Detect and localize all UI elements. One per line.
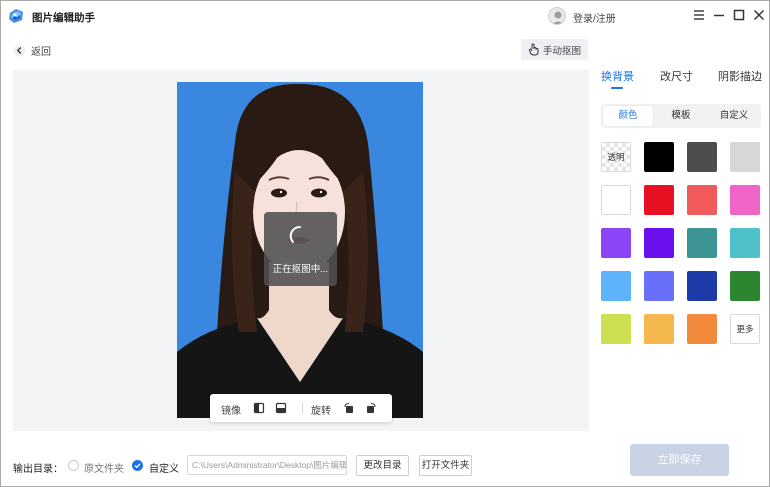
segment-custom[interactable]: 自定义 xyxy=(709,106,759,126)
tab-shadow-stroke[interactable]: 阴影描边 xyxy=(718,68,762,84)
app-window: 图片编辑助手 登录/注册 返回 手动抠图 正在抠图中... 镜像 旋转 换背景 … xyxy=(0,0,770,487)
color-swatch[interactable] xyxy=(687,314,717,344)
mirror-vertical-icon[interactable] xyxy=(275,402,287,414)
color-swatch[interactable] xyxy=(687,142,717,172)
color-swatch[interactable] xyxy=(601,314,631,344)
color-swatch[interactable] xyxy=(730,142,760,172)
maximize-icon[interactable] xyxy=(731,7,747,23)
swatch-transparent[interactable]: 透明 xyxy=(601,142,631,172)
color-swatch[interactable] xyxy=(730,228,760,258)
output-path-field[interactable]: C:\Users\Administrator\Desktop\图片编辑 xyxy=(187,455,347,475)
segment-template[interactable]: 模板 xyxy=(656,106,706,126)
color-swatch[interactable] xyxy=(601,228,631,258)
color-swatch[interactable] xyxy=(644,314,674,344)
image-tools-bar: 镜像 旋转 xyxy=(210,394,392,422)
rotate-label: 旋转 xyxy=(311,406,331,417)
color-swatch[interactable] xyxy=(601,271,631,301)
swatch-more-label: 更多 xyxy=(736,324,754,334)
user-avatar-icon xyxy=(552,11,564,24)
check-icon xyxy=(134,463,141,469)
menu-icon[interactable] xyxy=(691,7,707,23)
loading-overlay: 正在抠图中... xyxy=(264,212,337,286)
change-directory-button[interactable]: 更改目录 xyxy=(356,455,409,476)
color-swatch[interactable] xyxy=(644,185,674,215)
back-label: 返回 xyxy=(31,46,51,58)
rotate-right-icon[interactable] xyxy=(365,402,377,414)
loading-text: 正在抠图中... xyxy=(272,264,329,275)
color-swatch[interactable] xyxy=(687,271,717,301)
manual-cutout-button[interactable]: 手动抠图 xyxy=(521,39,588,60)
login-register-link[interactable]: 登录/注册 xyxy=(573,10,616,25)
active-tab-indicator xyxy=(611,87,623,89)
app-logo-icon xyxy=(9,9,23,23)
color-swatch[interactable] xyxy=(644,142,674,172)
swatch-transparent-label: 透明 xyxy=(607,152,625,162)
title-bar: 图片编辑助手 登录/注册 xyxy=(1,1,769,33)
editor-canvas: 正在抠图中... 镜像 旋转 xyxy=(13,70,589,431)
radio-custom-folder[interactable] xyxy=(132,460,143,471)
tab-change-background[interactable]: 换背景 xyxy=(601,68,634,84)
color-swatch[interactable] xyxy=(730,185,760,215)
tab-resize[interactable]: 改尺寸 xyxy=(660,68,693,84)
custom-folder-label: 自定义 xyxy=(149,464,179,475)
manual-cutout-label: 手动抠图 xyxy=(542,45,581,57)
app-title: 图片编辑助手 xyxy=(32,12,95,24)
color-swatch[interactable] xyxy=(730,271,760,301)
tools-divider xyxy=(302,402,303,414)
mirror-label: 镜像 xyxy=(221,406,241,417)
open-folder-button[interactable]: 打开文件夹 xyxy=(419,455,472,476)
output-dir-label: 输出目录： xyxy=(13,464,63,475)
mirror-horizontal-icon[interactable] xyxy=(253,402,265,414)
save-now-button[interactable]: 立即保存 xyxy=(630,444,729,476)
color-swatch[interactable] xyxy=(687,228,717,258)
hand-pointer-icon xyxy=(528,43,539,56)
color-swatch[interactable] xyxy=(601,185,631,215)
minimize-icon[interactable] xyxy=(711,7,727,23)
source-folder-label: 原文件夹 xyxy=(84,464,124,475)
rotate-left-icon[interactable] xyxy=(343,402,355,414)
close-icon[interactable] xyxy=(751,7,767,23)
segment-color[interactable]: 颜色 xyxy=(603,106,653,126)
user-avatar[interactable] xyxy=(548,7,566,25)
color-swatch[interactable] xyxy=(644,271,674,301)
back-button[interactable]: 返回 xyxy=(13,43,51,58)
color-swatch[interactable] xyxy=(687,185,717,215)
chevron-left-icon xyxy=(13,44,26,56)
swatch-more-button[interactable]: 更多 xyxy=(730,314,760,344)
loading-spinner-icon xyxy=(289,225,301,243)
radio-source-folder[interactable] xyxy=(68,460,79,471)
background-mode-segment: 颜色 模板 自定义 xyxy=(601,104,761,128)
color-swatch[interactable] xyxy=(644,228,674,258)
